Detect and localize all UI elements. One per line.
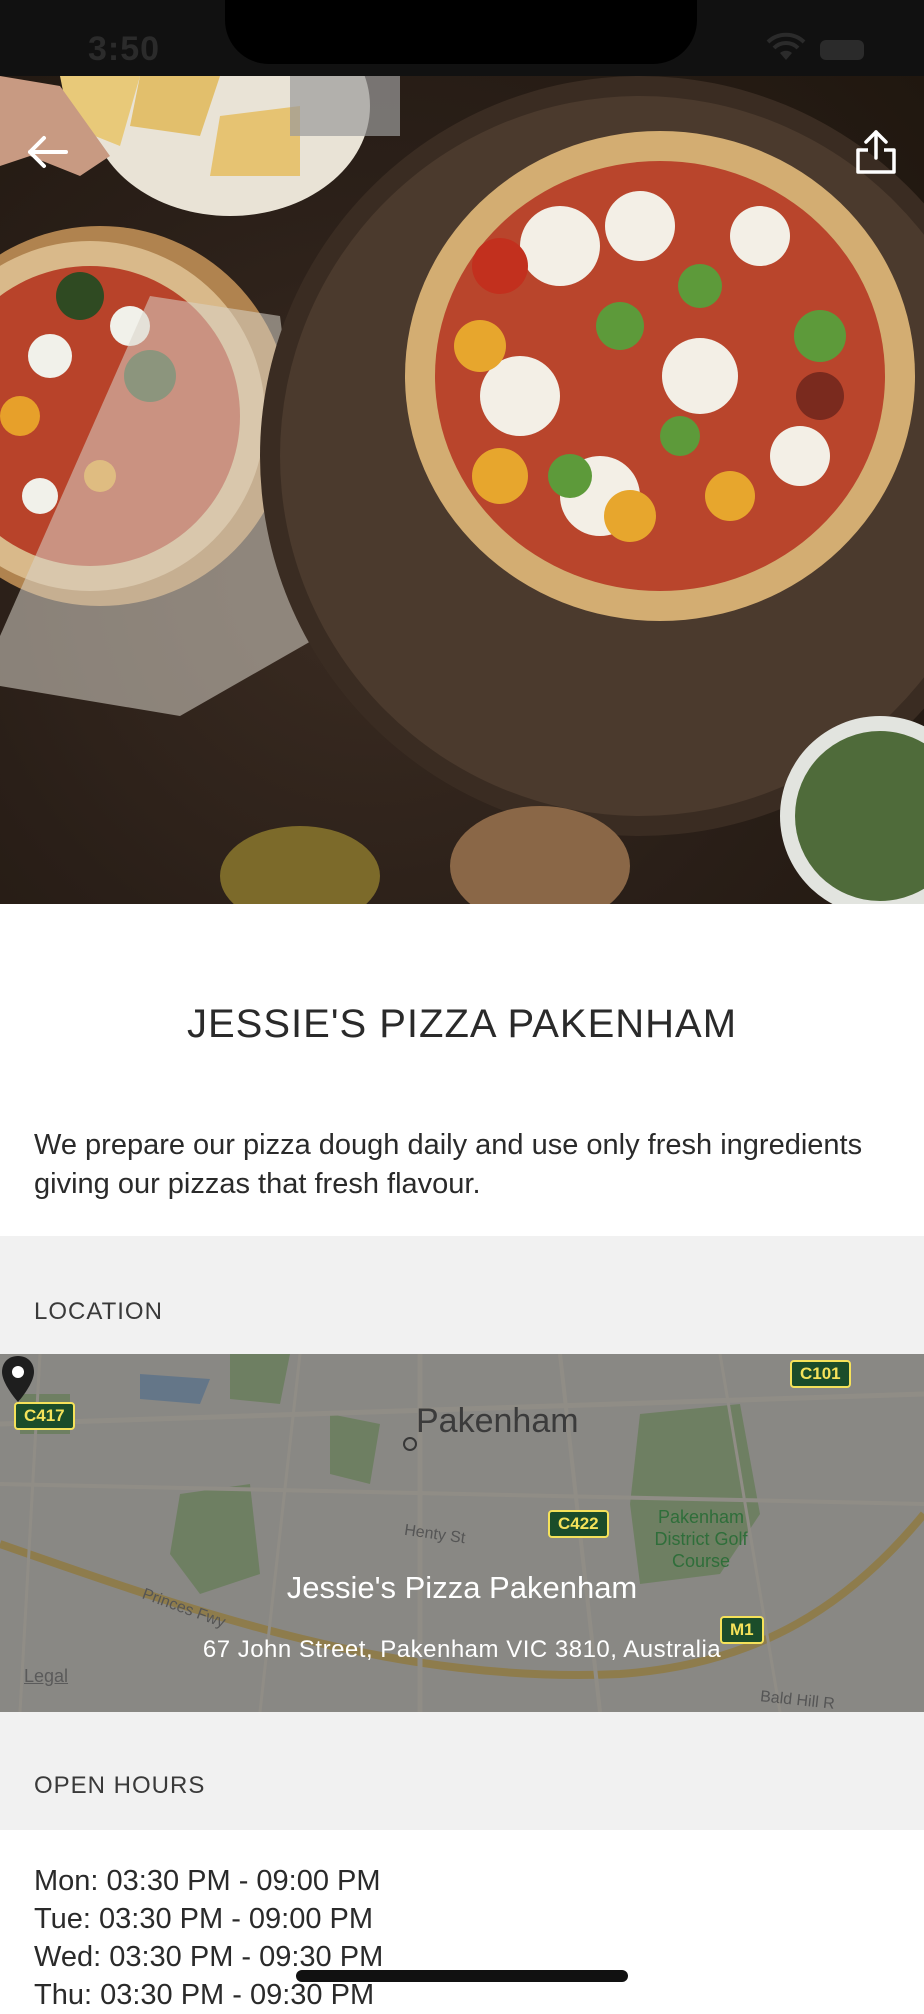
back-arrow-icon: [28, 136, 68, 168]
map-address: 67 John Street, Pakenham VIC 3810, Austr…: [202, 1636, 722, 1663]
status-bar: 3:50: [0, 0, 924, 76]
location-section-header: LOCATION: [0, 1236, 924, 1354]
battery-icon: [820, 40, 864, 60]
wifi-icon: [766, 32, 806, 60]
open-hours-header-label: OPEN HOURS: [34, 1772, 206, 1799]
restaurant-description: We prepare our pizza dough daily and use…: [34, 1129, 863, 1200]
hours-row-mon: Mon: 03:30 PM - 09:00 PM: [34, 1865, 381, 1897]
restaurant-name: JESSIE'S PIZZA PAKENHAM: [186, 1002, 738, 1046]
location-header-label: LOCATION: [34, 1298, 163, 1325]
hero-image: [0, 76, 924, 904]
home-indicator[interactable]: [296, 1970, 628, 1982]
open-hours-section-header: OPEN HOURS: [0, 1712, 924, 1830]
map-golf-course-label: Pakenham District Golf Course: [654, 1507, 748, 1571]
road-badge-c417: C417: [14, 1402, 75, 1430]
back-button[interactable]: [24, 128, 72, 176]
road-badge-c422: C422: [548, 1510, 609, 1538]
road-badge-c101: C101: [790, 1360, 851, 1388]
hours-row-tue: Tue: 03:30 PM - 09:00 PM: [34, 1903, 374, 1935]
map-venue-name: Jessie's Pizza Pakenham: [286, 1570, 638, 1605]
open-hours-list: Mon: 03:30 PM - 09:00 PM Tue: 03:30 PM -…: [34, 1862, 894, 2014]
notch: [225, 0, 697, 64]
map-legal-link[interactable]: Legal: [24, 1666, 68, 1687]
share-icon: [856, 130, 896, 174]
map-pin-icon: [2, 1356, 34, 1402]
location-map[interactable]: C417 C101 C422 M1 Pakenham Pakenham Dist…: [0, 1354, 924, 1712]
map-town-label: Pakenham: [416, 1402, 579, 1440]
status-time: 3:50: [88, 30, 161, 68]
share-button[interactable]: [852, 126, 900, 176]
